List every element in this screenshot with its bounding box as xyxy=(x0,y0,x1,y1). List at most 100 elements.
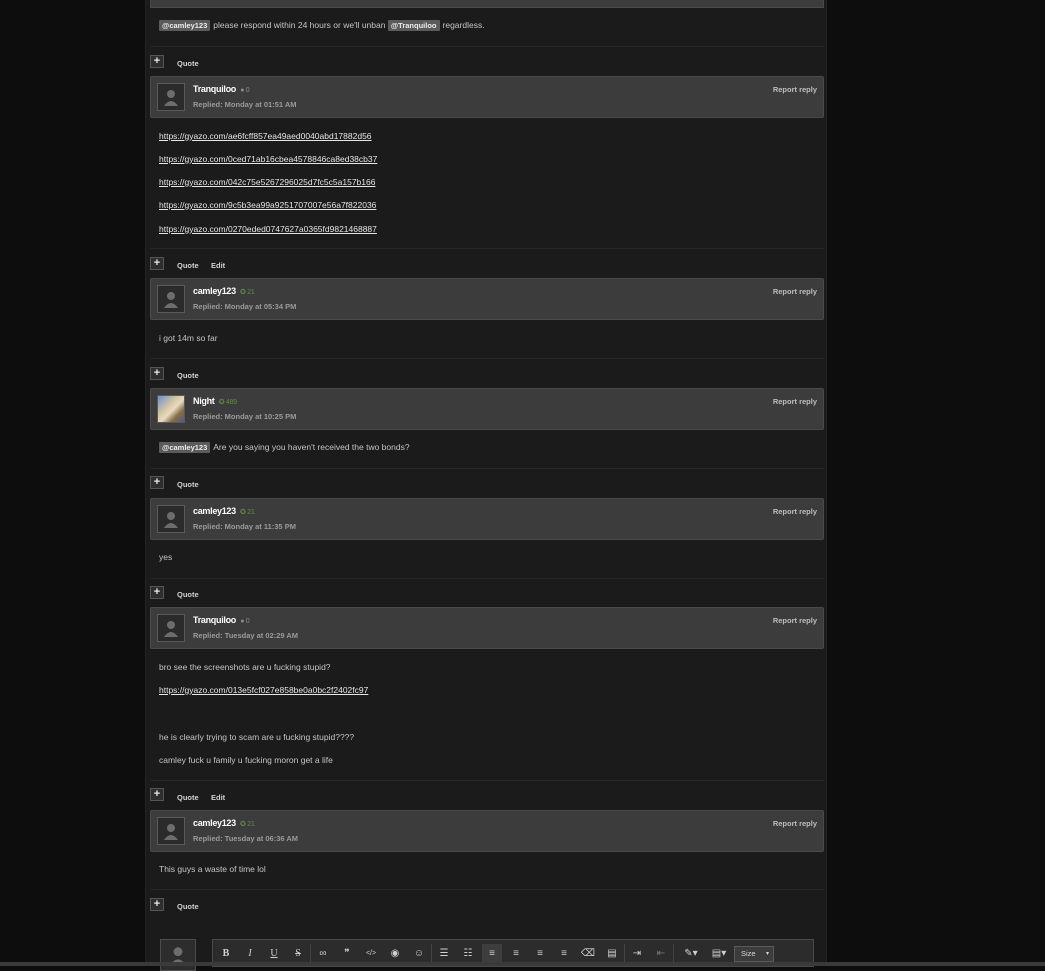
username-text[interactable]: camley123 xyxy=(193,506,236,516)
gyazo-link[interactable]: https://gyazo.com/0270eded0747627a0365fd… xyxy=(159,224,377,234)
default-avatar-icon xyxy=(164,824,178,840)
post-body: @camley123 Are you saying you haven't rec… xyxy=(159,442,410,453)
remove-format-button[interactable]: ⌫ xyxy=(578,944,598,964)
post-text: regardless. xyxy=(442,20,485,30)
avatar[interactable] xyxy=(157,817,185,845)
report-reply-link[interactable]: Report reply xyxy=(773,819,817,828)
quote-link[interactable]: Quote xyxy=(177,480,199,489)
gyazo-link[interactable]: https://gyazo.com/9c5b3ea99a9251707007e5… xyxy=(159,200,376,210)
multiquote-button[interactable]: + xyxy=(150,367,164,380)
window-bottom-bar xyxy=(0,962,1045,966)
username[interactable]: camley123 ✪ 21 xyxy=(193,506,255,516)
divider xyxy=(150,358,824,359)
underline-button[interactable]: U xyxy=(264,944,284,964)
divider xyxy=(150,578,824,579)
thread-column: @camley123 please respond within 24 hours… xyxy=(145,0,827,971)
reputation-count: 0 xyxy=(245,87,250,94)
avatar[interactable] xyxy=(157,614,185,642)
post-header: Tranquiloo ● 0 Replied: Monday at 01:51 … xyxy=(150,76,824,118)
default-avatar-icon xyxy=(164,621,178,637)
avatar[interactable] xyxy=(157,83,185,111)
quote-link[interactable]: Quote xyxy=(177,371,199,380)
align-left-button[interactable]: ≡ xyxy=(482,944,502,964)
edit-link[interactable]: Edit xyxy=(211,261,225,270)
spoiler-button[interactable]: ◉ xyxy=(385,944,405,964)
multiquote-button[interactable]: + xyxy=(150,898,164,911)
avatar[interactable] xyxy=(157,505,185,533)
quote-link[interactable]: Quote xyxy=(177,261,199,270)
color-dropdown[interactable]: ✎▾ xyxy=(678,944,704,964)
avatar[interactable] xyxy=(157,285,185,313)
default-avatar-icon xyxy=(164,90,178,106)
mention-tag[interactable]: @camley123 xyxy=(159,20,211,31)
username-text[interactable]: camley123 xyxy=(193,818,236,828)
user-avatar-image xyxy=(158,396,184,422)
reputation-count: 0 xyxy=(245,618,250,625)
multiquote-button[interactable]: + xyxy=(150,55,164,68)
mention-tag[interactable]: @Tranquiloo xyxy=(387,20,440,31)
align-center-button[interactable]: ≡ xyxy=(506,944,526,964)
divider xyxy=(150,780,824,781)
post-text: yes xyxy=(159,552,173,562)
avatar[interactable] xyxy=(157,395,185,423)
report-reply-link[interactable]: Report reply xyxy=(773,287,817,296)
username[interactable]: camley123 ✪ 21 xyxy=(193,286,255,296)
quote-link[interactable]: Quote xyxy=(177,59,199,68)
align-right-button[interactable]: ≡ xyxy=(530,944,550,964)
source-button[interactable]: ▤ xyxy=(602,944,622,964)
username-text[interactable]: Night xyxy=(193,396,215,406)
bold-button[interactable]: B xyxy=(216,944,236,964)
post-body: @camley123 please respond within 24 hours… xyxy=(159,20,485,31)
username[interactable]: Tranquiloo ● 0 xyxy=(193,615,250,625)
username-text[interactable]: camley123 xyxy=(193,286,236,296)
toolbar-separator xyxy=(431,944,432,964)
bullet-list-button[interactable]: ☰ xyxy=(434,944,454,964)
justify-button[interactable]: ≡ xyxy=(554,944,574,964)
prev-header-edge xyxy=(150,0,824,8)
indent-button[interactable]: ⇥ xyxy=(627,944,647,964)
italic-button[interactable]: I xyxy=(240,944,260,964)
outdent-button[interactable]: ⇤ xyxy=(651,944,671,964)
quote-link[interactable]: Quote xyxy=(177,590,199,599)
report-reply-link[interactable]: Report reply xyxy=(773,397,817,406)
edit-link[interactable]: Edit xyxy=(211,793,225,802)
size-dropdown[interactable]: Size ▾ xyxy=(734,946,774,962)
post-text: he is clearly trying to scam are u fucki… xyxy=(159,732,355,742)
reputation-count: 489 xyxy=(225,399,237,406)
username[interactable]: camley123 ✪ 21 xyxy=(193,818,255,828)
numbered-list-button[interactable]: ☷ xyxy=(458,944,478,964)
report-reply-link[interactable]: Report reply xyxy=(773,616,817,625)
quote-link[interactable]: Quote xyxy=(177,793,199,802)
post-text: camley fuck u family u fucking moron get… xyxy=(159,755,333,765)
gyazo-link[interactable]: https://gyazo.com/042c75e5267296025d7fc5… xyxy=(159,177,375,187)
link-button[interactable]: ∞ xyxy=(313,944,333,964)
strikethrough-button[interactable]: S xyxy=(288,944,308,964)
gyazo-link[interactable]: https://gyazo.com/ae6fcff857ea49aed0040a… xyxy=(159,131,372,141)
divider xyxy=(150,889,824,890)
quote-link[interactable]: Quote xyxy=(177,902,199,911)
reputation: ✪ 21 xyxy=(240,289,255,296)
multiquote-button[interactable]: + xyxy=(150,788,164,801)
multiquote-button[interactable]: + xyxy=(150,476,164,489)
divider xyxy=(150,46,824,47)
mention-tag[interactable]: @camley123 xyxy=(159,442,211,453)
emoji-button[interactable]: ☺ xyxy=(409,944,429,964)
report-reply-link[interactable]: Report reply xyxy=(773,85,817,94)
composer-avatar xyxy=(160,939,196,971)
multiquote-button[interactable]: + xyxy=(150,586,164,599)
reputation-count: 21 xyxy=(247,289,255,296)
default-avatar-icon xyxy=(164,292,178,308)
post-header: camley123 ✪ 21 Replied: Monday at 05:34 … xyxy=(150,278,824,320)
post-text: This guys a waste of time lol xyxy=(159,864,266,874)
username-text[interactable]: Tranquiloo xyxy=(193,615,236,625)
quote-button[interactable]: ❞ xyxy=(337,944,357,964)
username[interactable]: Night ✪ 489 xyxy=(193,396,237,406)
report-reply-link[interactable]: Report reply xyxy=(773,507,817,516)
username[interactable]: Tranquiloo ● 0 xyxy=(193,84,250,94)
gyazo-link[interactable]: https://gyazo.com/013e5fcf027e858be0a0bc… xyxy=(159,685,368,695)
template-dropdown[interactable]: ▤▾ xyxy=(706,944,732,964)
multiquote-button[interactable]: + xyxy=(150,257,164,270)
username-text[interactable]: Tranquiloo xyxy=(193,84,236,94)
code-button[interactable]: </> xyxy=(361,944,381,964)
gyazo-link[interactable]: https://gyazo.com/0ced71ab16cbea4578846c… xyxy=(159,154,377,164)
